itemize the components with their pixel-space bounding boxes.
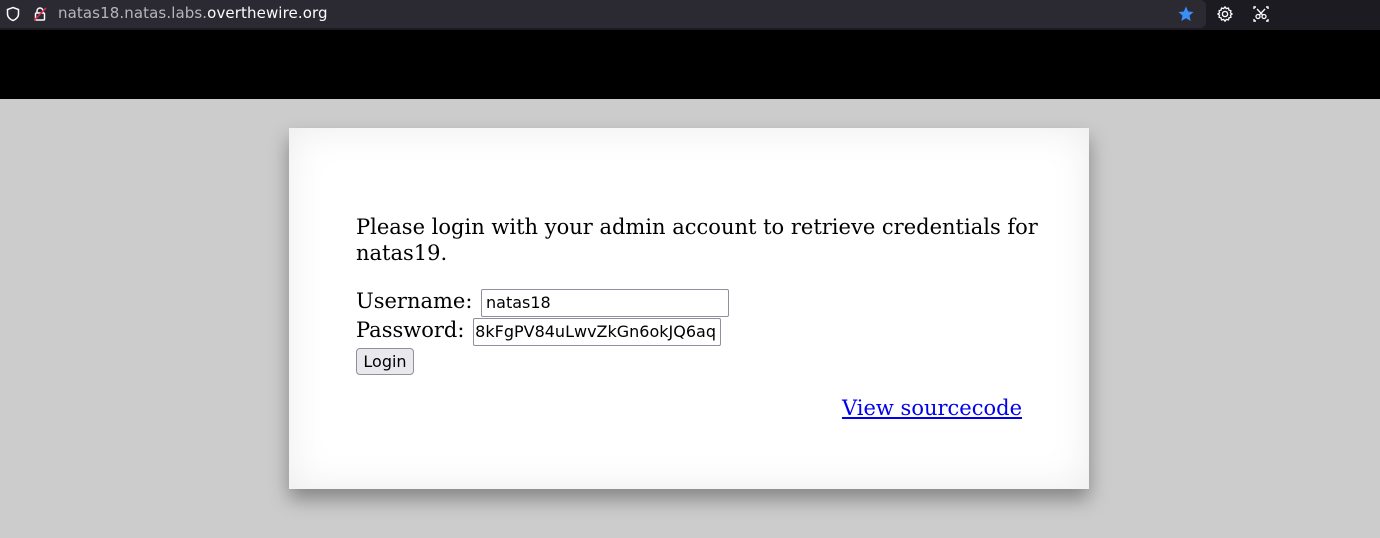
page-header-band	[0, 30, 1380, 99]
url-domain: overthewire.org	[207, 4, 328, 22]
shield-icon[interactable]	[5, 6, 21, 22]
username-input[interactable]: natas18	[481, 289, 729, 317]
bookmark-star-icon[interactable]	[1177, 5, 1195, 23]
url-text[interactable]: natas18.natas.labs.overthewire.org	[58, 4, 328, 22]
lock-icon[interactable]	[32, 6, 48, 22]
url-bar[interactable]: natas18.natas.labs.overthewire.org	[0, 0, 1206, 28]
url-subdomain: natas18.natas.labs.	[58, 4, 208, 22]
screenshot-icon[interactable]	[1252, 5, 1270, 23]
login-instructions: Please login with your admin account to …	[356, 215, 1038, 265]
username-label: Username:	[356, 289, 473, 313]
content-card: Please login with your admin account to …	[289, 128, 1089, 489]
password-input[interactable]: 8kFgPV84uLwvZkGn6okJQ6aq	[473, 318, 721, 346]
login-button[interactable]: Login	[356, 348, 414, 375]
view-sourcecode-link[interactable]: View sourcecode	[842, 396, 1022, 420]
settings-gear-icon[interactable]	[1216, 5, 1234, 23]
password-label: Password:	[356, 318, 465, 342]
password-value: 8kFgPV84uLwvZkGn6okJQ6aq	[475, 322, 716, 341]
browser-toolbar: natas18.natas.labs.overthewire.org	[0, 0, 1380, 30]
